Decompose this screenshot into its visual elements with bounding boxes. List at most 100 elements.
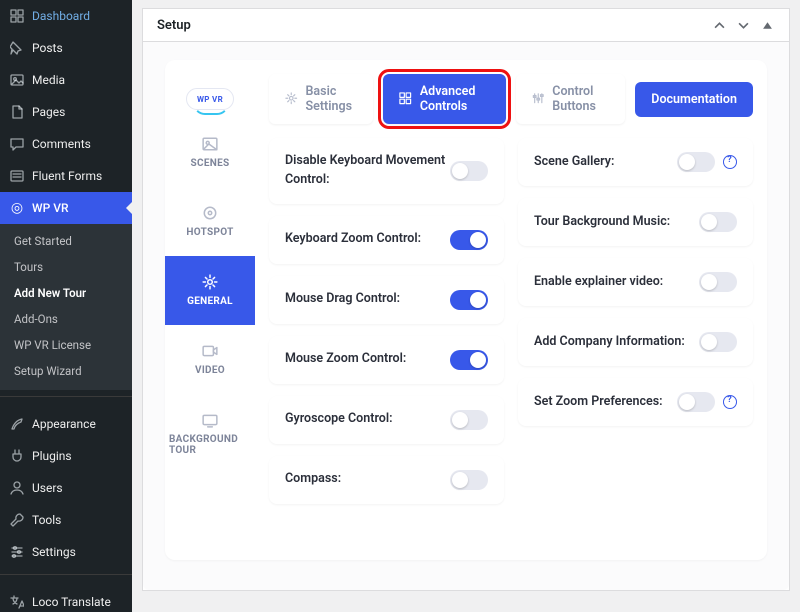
image-icon xyxy=(202,136,218,152)
toggle-zoom_prefs[interactable] xyxy=(677,392,715,412)
metabox-header-actions xyxy=(711,17,775,33)
gear-icon xyxy=(285,92,298,106)
sidebar-item-label: Comments xyxy=(32,137,91,151)
toggle-mouse_drag[interactable] xyxy=(450,290,488,310)
toggle-company_info[interactable] xyxy=(699,332,737,352)
sidebar-subitem[interactable]: Add-Ons xyxy=(0,306,132,332)
side-tab-label: SCENES xyxy=(191,158,230,169)
wp-admin-sidebar: Dashboard Posts Media Pages Comments Flu… xyxy=(0,0,132,612)
tab-advanced[interactable]: Advanced Controls xyxy=(383,74,505,124)
sidebar-item-wpvr[interactable]: ◎ WP VR xyxy=(0,192,132,224)
documentation-button[interactable]: Documentation xyxy=(635,82,753,117)
metabox-header: Setup xyxy=(143,9,789,42)
setting-label: Keyboard Zoom Control: xyxy=(285,230,421,249)
setting-label: Compass: xyxy=(285,470,341,489)
sidebar-item-label: Pages xyxy=(32,105,65,119)
setting-mouse_drag: Mouse Drag Control: xyxy=(269,276,504,324)
user-icon xyxy=(8,479,26,497)
setting-label: Scene Gallery: xyxy=(534,153,614,172)
side-tab-label: BACKGROUND TOUR xyxy=(169,434,251,456)
top-tab-row: Basic Settings Advanced Controls Control… xyxy=(269,74,753,124)
caret-up-icon[interactable] xyxy=(759,17,775,33)
toggle-mouse_zoom[interactable] xyxy=(450,350,488,370)
sidebar-subitem[interactable]: WP VR License xyxy=(0,332,132,358)
settings-col-right: Scene Gallery: Tour Background Music: En… xyxy=(518,138,753,504)
video-icon xyxy=(202,343,218,359)
setting-gyro: Gyroscope Control: xyxy=(269,396,504,444)
setting-label: Tour Background Music: xyxy=(534,213,670,232)
setting-label: Mouse Drag Control: xyxy=(285,290,400,309)
toggle-gyro[interactable] xyxy=(450,410,488,430)
setup-metabox: Setup WP VR SCENES xyxy=(142,8,790,591)
sidebar-item-label: Users xyxy=(32,481,63,495)
sidebar-item-label: Plugins xyxy=(32,449,72,463)
grid-icon xyxy=(399,92,412,106)
sidebar-item-label: WP VR xyxy=(32,201,69,215)
menu-separator xyxy=(0,396,132,402)
side-tab-hotspot[interactable]: HOTSPOT xyxy=(165,187,255,256)
sidebar-item-appearance[interactable]: Appearance xyxy=(0,408,132,440)
target-icon xyxy=(202,205,218,221)
sidebar-item-pages[interactable]: Pages xyxy=(0,96,132,128)
toggle-scene_gallery[interactable] xyxy=(677,152,715,172)
side-tab-video[interactable]: VIDEO xyxy=(165,325,255,394)
toggle-explainer[interactable] xyxy=(699,272,737,292)
toggle-disable_kb_move[interactable] xyxy=(450,161,488,181)
setting-label: Set Zoom Preferences: xyxy=(534,393,663,412)
info-icon[interactable] xyxy=(723,155,737,169)
toggle-compass[interactable] xyxy=(450,470,488,490)
sidebar-item-label: Posts xyxy=(32,41,63,55)
dashboard-icon xyxy=(8,7,26,25)
sidebar-item-label: Media xyxy=(32,73,65,87)
sidebar-item-comments[interactable]: Comments xyxy=(0,128,132,160)
info-icon[interactable] xyxy=(723,395,737,409)
tab-label: Advanced Controls xyxy=(420,84,490,114)
side-tab-label: HOTSPOT xyxy=(186,227,233,238)
side-tab-label: GENERAL xyxy=(187,296,233,307)
sidebar-item-fluentforms[interactable]: Fluent Forms xyxy=(0,160,132,192)
eq-icon xyxy=(532,92,545,106)
tab-basic[interactable]: Basic Settings xyxy=(269,74,373,124)
sidebar-item-users[interactable]: Users xyxy=(0,472,132,504)
side-tab-general[interactable]: GENERAL xyxy=(165,256,255,325)
sidebar-item-plugins[interactable]: Plugins xyxy=(0,440,132,472)
sidebar-subitem[interactable]: Setup Wizard xyxy=(0,358,132,384)
panel-wrap: WP VR SCENES HOTSPOT GENERAL VIDEO BACKG… xyxy=(165,60,767,560)
wp-submenu: Get StartedToursAdd New TourAdd-OnsWP VR… xyxy=(0,224,132,390)
sidebar-subitem[interactable]: Add New Tour xyxy=(0,280,132,306)
sidebar-item-tools[interactable]: Tools xyxy=(0,504,132,536)
setting-disable_kb_move: Disable Keyboard Movement Control: xyxy=(269,138,504,204)
sidebar-item-settings[interactable]: Settings xyxy=(0,536,132,568)
setting-compass: Compass: xyxy=(269,456,504,504)
tab-controlbtns[interactable]: Control Buttons xyxy=(516,74,626,124)
side-tab-label: VIDEO xyxy=(195,365,225,376)
vr-icon: ◎ xyxy=(8,199,26,217)
sidebar-item-loco[interactable]: Loco Translate xyxy=(0,586,132,612)
setting-mouse_zoom: Mouse Zoom Control: xyxy=(269,336,504,384)
setting-company_info: Add Company Information: xyxy=(518,318,753,366)
sidebar-subitem[interactable]: Tours xyxy=(0,254,132,280)
toggle-kb_zoom[interactable] xyxy=(450,230,488,250)
content-area: Setup WP VR SCENES xyxy=(132,0,800,612)
sidebar-item-dashboard[interactable]: Dashboard xyxy=(0,0,132,32)
sidebar-item-label: Fluent Forms xyxy=(32,169,102,183)
chevron-up-icon[interactable] xyxy=(711,17,727,33)
settings-columns: Disable Keyboard Movement Control: Keybo… xyxy=(269,138,753,504)
sidebar-subitem[interactable]: Get Started xyxy=(0,228,132,254)
side-tab-scenes[interactable]: SCENES xyxy=(165,118,255,187)
sidebar-item-label: Tools xyxy=(32,513,61,527)
sidebar-item-media[interactable]: Media xyxy=(0,64,132,96)
translate-icon xyxy=(8,593,26,611)
sidebar-item-posts[interactable]: Posts xyxy=(0,32,132,64)
frame-icon xyxy=(202,412,218,428)
settings-col-left: Disable Keyboard Movement Control: Keybo… xyxy=(269,138,504,504)
sliders-icon xyxy=(8,543,26,561)
setting-explainer: Enable explainer video: xyxy=(518,258,753,306)
form-icon xyxy=(8,167,26,185)
toggle-bg_music[interactable] xyxy=(699,212,737,232)
wrench-icon xyxy=(8,511,26,529)
setting-bg_music: Tour Background Music: xyxy=(518,198,753,246)
plug-icon xyxy=(8,447,26,465)
chevron-down-icon[interactable] xyxy=(735,17,751,33)
side-tab-bgtour[interactable]: BACKGROUND TOUR xyxy=(165,394,255,474)
